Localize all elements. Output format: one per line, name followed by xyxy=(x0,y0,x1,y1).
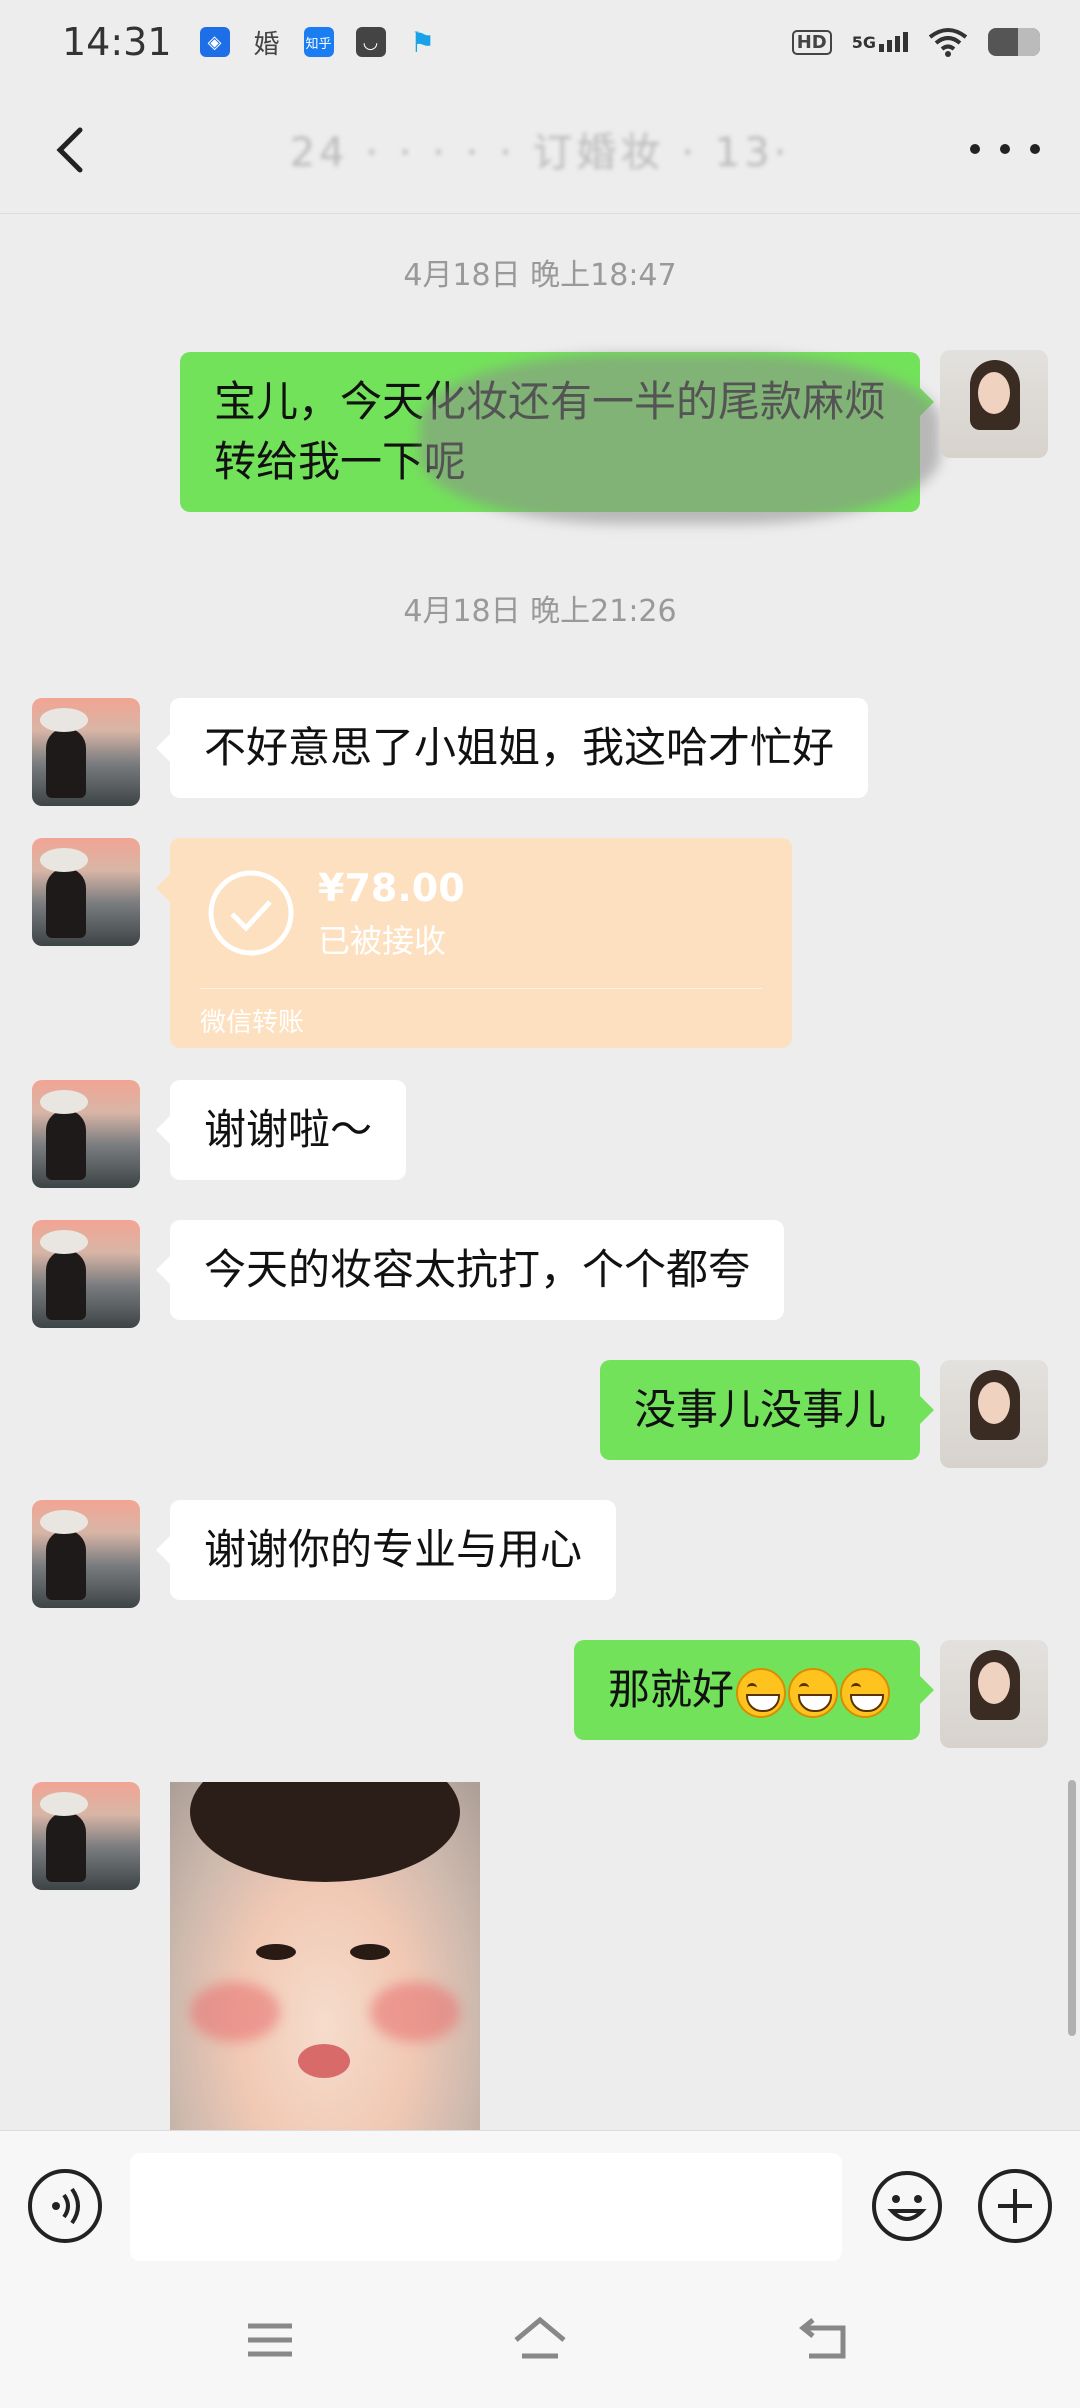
wifi-icon xyxy=(928,28,968,57)
avatar-contact[interactable] xyxy=(32,838,140,946)
avatar-contact[interactable] xyxy=(32,1500,140,1608)
avatar-contact[interactable] xyxy=(32,1080,140,1188)
shop-app-icon: ◡ xyxy=(355,27,386,57)
chat-title: 24 · · · · · 订婚妆 · 13· xyxy=(289,129,791,176)
zhihu-app-icon: 知乎 xyxy=(303,27,334,57)
avatar-self[interactable] xyxy=(940,350,1048,458)
scrollbar[interactable] xyxy=(1068,1780,1076,2036)
transfer-card[interactable]: ¥78.00 已被接收 微信转账 xyxy=(156,838,792,1048)
message-bubble-in[interactable]: 谢谢你的专业与用心 xyxy=(155,1500,617,1600)
status-indicators: HD 5G xyxy=(791,27,1040,57)
avatar-self[interactable] xyxy=(940,1640,1048,1748)
avatar-contact[interactable] xyxy=(32,1220,140,1328)
transfer-label: 微信转账 xyxy=(200,1008,305,1038)
home-icon[interactable] xyxy=(510,2310,570,2370)
flag-app-icon: ⚑ xyxy=(409,25,436,59)
back-icon[interactable] xyxy=(795,2310,855,2370)
grin-emoji-icon xyxy=(736,1667,786,1718)
chevron-left-icon[interactable] xyxy=(40,114,100,184)
more-dots-icon[interactable] xyxy=(970,124,1040,174)
timestamp: 4月18日 晚上21:26 xyxy=(403,594,677,629)
transfer-amount: ¥78.00 xyxy=(318,866,465,910)
divider xyxy=(200,988,762,989)
avatar-self[interactable] xyxy=(940,1360,1048,1468)
status-app-icons: ◈ 婚 知乎 ◡ ⚑ xyxy=(199,25,438,60)
hd-icon: HD xyxy=(791,29,832,55)
chat-area[interactable]: 4月18日 晚上18:47 宝儿，今天化妆还有一半的尾款麻烦转给我一下呢 4月1… xyxy=(0,214,1080,2130)
timestamp: 4月18日 晚上18:47 xyxy=(403,258,677,293)
network-type: 5G xyxy=(851,33,876,52)
message-bubble-in[interactable]: 今天的妆容太抗打，个个都夸 xyxy=(155,1220,785,1320)
baby-sticker-image[interactable] xyxy=(170,1782,480,2130)
cube-app-icon: ◈ xyxy=(199,27,230,57)
system-navigation-bar xyxy=(0,2270,1080,2408)
battery-icon xyxy=(988,28,1040,56)
message-bubble-out[interactable]: 没事儿没事儿 xyxy=(599,1360,935,1460)
status-bar: 14:31 ◈ 婚 知乎 ◡ ⚑ HD 5G xyxy=(0,0,1080,84)
avatar-contact[interactable] xyxy=(32,698,140,806)
grin-emoji-icon xyxy=(788,1667,838,1718)
marriage-app-icon: 婚 xyxy=(253,29,280,60)
message-bubble-in[interactable]: 不好意思了小姐姐，我这哈才忙好 xyxy=(155,698,869,798)
message-input[interactable] xyxy=(130,2153,842,2261)
grin-emoji-icon xyxy=(840,1667,890,1718)
voice-icon[interactable] xyxy=(28,2169,102,2243)
check-circle-icon xyxy=(208,870,294,956)
chat-header: 24 · · · · · 订婚妆 · 13· xyxy=(0,84,1080,214)
plus-icon[interactable] xyxy=(978,2169,1052,2243)
message-bubble-in[interactable]: 谢谢啦～ xyxy=(155,1080,407,1180)
input-bar xyxy=(0,2130,1080,2270)
menu-icon[interactable] xyxy=(240,2310,300,2370)
redaction-scribble xyxy=(420,354,940,524)
status-time: 14:31 xyxy=(62,20,172,64)
transfer-status: 已被接收 xyxy=(318,922,447,960)
message-bubble-out[interactable]: 那就好 xyxy=(573,1640,935,1740)
signal-icon: 5G xyxy=(852,32,908,52)
avatar-contact[interactable] xyxy=(32,1782,140,1890)
message-text: 那就好 xyxy=(607,1665,734,1714)
emoji-icon[interactable] xyxy=(870,2169,944,2243)
